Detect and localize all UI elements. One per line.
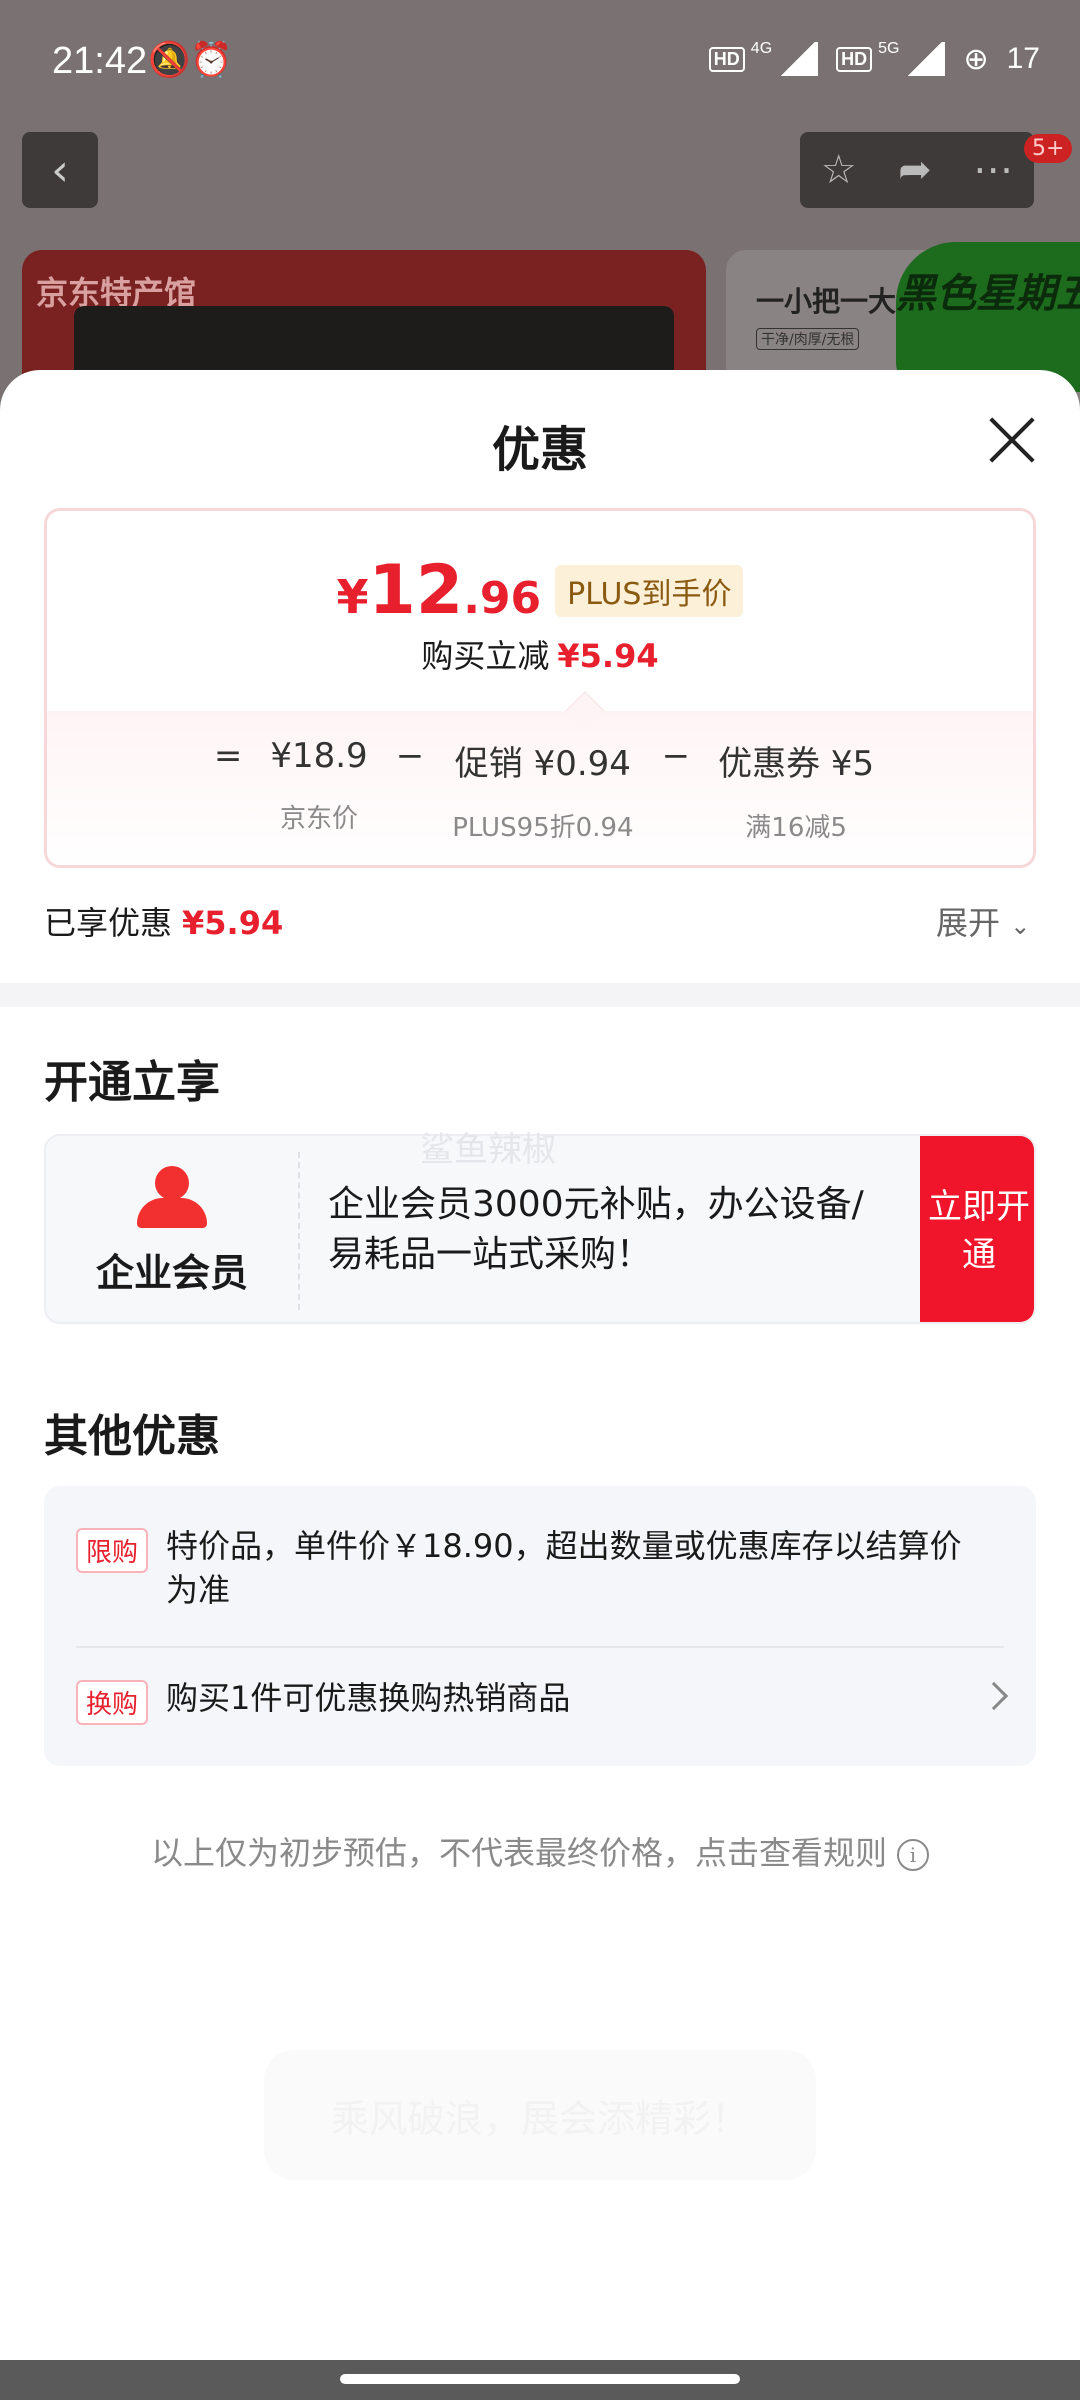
home-indicator[interactable] bbox=[340, 2374, 740, 2384]
back-button[interactable]: ‹ bbox=[22, 132, 98, 208]
product-sub-tag: 干净/肉厚/无根 bbox=[756, 328, 860, 350]
product-slogan: 一小把一大 bbox=[756, 285, 897, 318]
coupon-amount: 优惠券 ¥5 bbox=[718, 744, 875, 784]
chevron-left-icon: ‹ bbox=[51, 144, 69, 196]
disclaimer-text: 以上仅为初步预估，不代表最终价格，点击查看规则 bbox=[150, 1834, 887, 1872]
close-icon[interactable] bbox=[984, 410, 1040, 466]
price-integer: 12 bbox=[368, 551, 464, 630]
promo-amount: 促销 ¥0.94 bbox=[454, 744, 631, 784]
signal-5g: HD 5G bbox=[836, 40, 946, 78]
member-description: 企业会员3000元补贴，办公设备/易耗品一站式采购！ bbox=[328, 1184, 864, 1275]
price-decimal: .96 bbox=[463, 573, 542, 624]
instant-discount-label: 购买立减 bbox=[421, 637, 550, 675]
instant-discount-amount: ¥5.94 bbox=[557, 637, 659, 675]
limit-text: 特价品，单件价￥18.90，超出数量或优惠库存以结算价为准 bbox=[166, 1527, 962, 1609]
promo-col: 促销 ¥0.94 PLUS95折0.94 bbox=[452, 736, 633, 844]
other-offers-card: 限购 特价品，单件价￥18.90，超出数量或优惠库存以结算价为准 换购 购买1件… bbox=[44, 1486, 1036, 1766]
price-formula: = ¥18.9 京东价 − 促销 ¥0.94 PLUS95折0.94 − 优惠券… bbox=[47, 736, 1033, 844]
promo-divider bbox=[76, 1646, 1004, 1648]
exchange-tag: 换购 bbox=[76, 1680, 149, 1725]
top-actions: ☆ ➦ ⋯ bbox=[800, 132, 1034, 208]
price-card: ¥ 12 .96 PLUS到手价 购买立减 ¥5.94 = ¥18.9 京东价 −… bbox=[44, 508, 1036, 868]
section-divider bbox=[0, 983, 1080, 1007]
enjoyed-amount: ¥5.94 bbox=[182, 904, 284, 942]
info-icon[interactable]: i bbox=[897, 1839, 929, 1871]
coupon-col: 优惠券 ¥5 满16减5 bbox=[718, 736, 874, 844]
jd-price-label: 京东价 bbox=[280, 804, 359, 834]
disclaimer[interactable]: 以上仅为初步预估，不代表最终价格，点击查看规则 i bbox=[0, 1828, 1080, 1874]
equals-sign: = bbox=[213, 736, 243, 776]
member-separator bbox=[298, 1152, 300, 1310]
exchange-text: 购买1件可优惠换购热销商品 bbox=[166, 1679, 571, 1717]
toast-faded: 乘风破浪，展会添精彩！ bbox=[264, 2050, 816, 2180]
plus-price-tag: PLUS到手价 bbox=[555, 564, 744, 617]
price-top: ¥ 12 .96 PLUS到手价 购买立减 ¥5.94 bbox=[47, 511, 1033, 711]
expand-label: 展开 bbox=[936, 904, 1001, 942]
jd-price: ¥18.9 bbox=[270, 736, 368, 776]
status-time: 21:42 bbox=[52, 40, 148, 82]
member-name: 企业会员 bbox=[95, 1250, 248, 1295]
star-icon[interactable]: ☆ bbox=[821, 147, 857, 193]
promo-exchange-row[interactable]: 换购 购买1件可优惠换购热销商品 bbox=[76, 1676, 966, 1725]
signal-icon bbox=[905, 42, 946, 76]
watermark: 鲨鱼辣椒 bbox=[420, 1130, 556, 1170]
price-breakdown: = ¥18.9 京东价 − 促销 ¥0.94 PLUS95折0.94 − 优惠券… bbox=[47, 711, 1033, 865]
enjoyed-label: 已享优惠 bbox=[44, 904, 173, 942]
final-price: ¥ 12 .96 PLUS到手价 bbox=[47, 551, 1033, 630]
enjoyed-discount: 已享优惠 ¥5.94 bbox=[44, 898, 283, 944]
sheet-title: 优惠 bbox=[491, 422, 588, 478]
section-title-open: 开通立享 bbox=[44, 1057, 220, 1108]
open-now-button[interactable]: 立即开通 bbox=[920, 1136, 1034, 1322]
section-title-other: 其他优惠 bbox=[44, 1411, 220, 1462]
instant-discount: 购买立减 ¥5.94 bbox=[47, 631, 1033, 677]
battery-level: 17 bbox=[1006, 42, 1040, 75]
minus-sign: − bbox=[395, 736, 425, 776]
signal-4g: HD 4G bbox=[708, 40, 819, 78]
battery-icon: ⊕ bbox=[963, 42, 989, 76]
status-bar: 21:42 🔕⏰ HD 4G HD 5G ⊕ 17 bbox=[0, 0, 1080, 120]
system-nav-bar bbox=[0, 2360, 1080, 2400]
discount-sheet: 优惠 ¥ 12 .96 PLUS到手价 购买立减 ¥5.94 = ¥18.9 京东… bbox=[0, 370, 1080, 2360]
person-icon bbox=[137, 1165, 207, 1228]
member-identity: 企业会员 bbox=[46, 1136, 298, 1322]
minus-sign: − bbox=[661, 736, 691, 776]
jd-price-col: ¥18.9 京东价 bbox=[270, 736, 367, 844]
limit-tag: 限购 bbox=[76, 1528, 149, 1573]
more-icon[interactable]: ⋯ bbox=[973, 147, 1013, 193]
expand-button[interactable]: 展开 ⌄ bbox=[936, 898, 1030, 944]
share-icon[interactable]: ➦ bbox=[898, 147, 932, 193]
coupon-label: 满16减5 bbox=[745, 813, 847, 843]
signal-icon bbox=[778, 42, 819, 76]
message-badge: 5+ bbox=[1024, 134, 1073, 163]
chevron-right-icon[interactable] bbox=[979, 1681, 1009, 1711]
currency-symbol: ¥ bbox=[336, 570, 369, 624]
status-right: HD 4G HD 5G ⊕ 17 bbox=[708, 40, 1040, 78]
promo-limit-row: 限购 特价品，单件价￥18.90，超出数量或优惠库存以结算价为准 bbox=[76, 1524, 966, 1612]
promo-label: PLUS95折0.94 bbox=[452, 813, 634, 843]
mute-alarm-icons: 🔕⏰ bbox=[148, 40, 233, 80]
chevron-down-icon: ⌄ bbox=[1010, 912, 1031, 940]
